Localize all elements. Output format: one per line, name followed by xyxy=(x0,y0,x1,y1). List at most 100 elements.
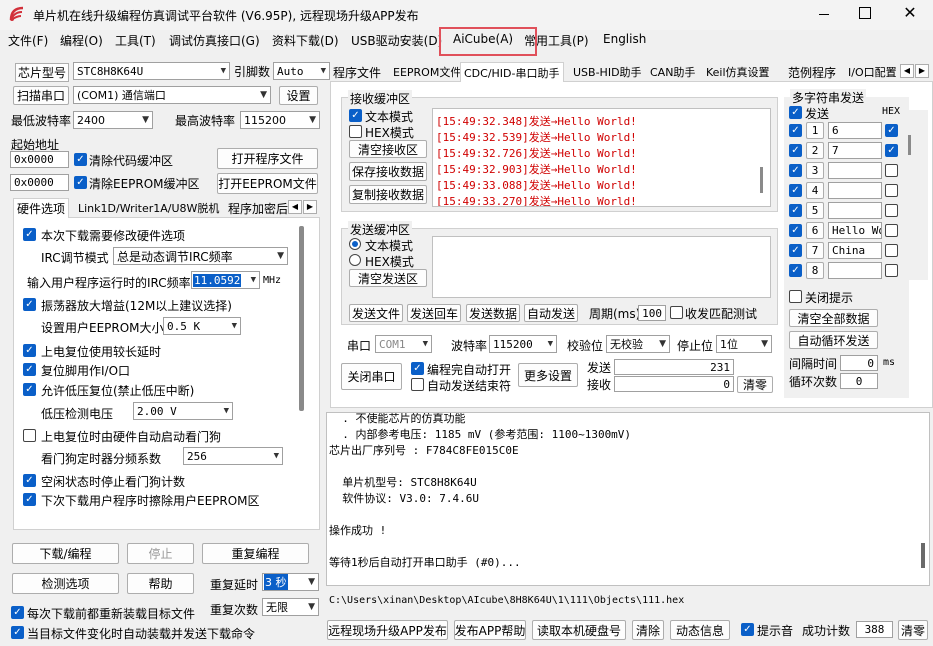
multi-row-send-checkbox[interactable]: ✓ xyxy=(789,184,802,197)
maximize-button[interactable] xyxy=(859,7,871,19)
tab-examples[interactable]: 范例程序 xyxy=(785,62,839,82)
auto-send-button[interactable]: 自动发送 xyxy=(524,304,578,322)
send-text-mode-radio[interactable] xyxy=(349,238,361,250)
send-file-button[interactable]: 发送文件 xyxy=(349,304,403,322)
recv-scrollbar[interactable] xyxy=(760,167,763,193)
multi-row-send-checkbox[interactable]: ✓ xyxy=(789,204,802,217)
send-hex-mode-radio[interactable] xyxy=(349,254,361,266)
multi-row-send-checkbox[interactable]: ✓ xyxy=(789,244,802,257)
period-input[interactable]: 100 xyxy=(638,305,666,321)
download-button[interactable]: 下载/编程 xyxy=(12,543,119,564)
port-select[interactable]: (COM1) 通信端口 ▼ xyxy=(73,86,271,104)
multi-string-scrollbar[interactable] xyxy=(908,110,928,280)
multi-row-text-input[interactable] xyxy=(828,262,882,279)
more-settings-button[interactable]: 更多设置 xyxy=(518,363,578,387)
multi-row-text-input[interactable] xyxy=(828,162,882,179)
menu-usb-driver[interactable]: USB驱动安装(D) xyxy=(351,32,442,49)
reload-each-checkbox[interactable]: ✓ xyxy=(11,606,24,619)
eeprom-size-select[interactable]: 0.5 K ▼ xyxy=(163,317,241,335)
open-program-button[interactable]: 打开程序文件 xyxy=(217,148,318,169)
stopbits-select[interactable]: 1位 ▼ xyxy=(716,335,772,353)
menu-program[interactable]: 编程(O) xyxy=(60,32,103,49)
repeat-count-select[interactable]: 无限 ▼ xyxy=(262,598,319,616)
menu-tools[interactable]: 工具(T) xyxy=(115,32,156,49)
erase-eeprom-checkbox[interactable]: ✓ xyxy=(23,493,36,506)
multi-row-hex-checkbox[interactable] xyxy=(885,204,898,217)
multi-row-hex-checkbox[interactable] xyxy=(885,244,898,257)
multi-row-hex-checkbox[interactable] xyxy=(885,224,898,237)
multi-row-send-checkbox[interactable]: ✓ xyxy=(789,124,802,137)
send-data-button[interactable]: 发送数据 xyxy=(466,304,520,322)
multi-row-send-button[interactable]: 7 xyxy=(806,242,824,259)
tab-scroll-left-icon[interactable]: ◀ xyxy=(288,200,302,214)
irc-mode-select[interactable]: 总是动态调节IRC频率 ▼ xyxy=(113,247,288,265)
tab-cdc-hid[interactable]: CDC/HID-串口助手 xyxy=(460,62,564,82)
multi-row-hex-checkbox[interactable] xyxy=(885,264,898,277)
menu-download[interactable]: 资料下载(D) xyxy=(272,32,339,49)
publish-help-button[interactable]: 发布APP帮助 xyxy=(454,620,526,640)
close-tip-checkbox[interactable] xyxy=(789,290,802,303)
reset-count-button[interactable]: 清零 xyxy=(898,620,928,640)
clear-eeprom-checkbox[interactable]: ✓ xyxy=(74,176,87,189)
tab-io-config[interactable]: I/O口配置 xyxy=(845,62,900,82)
lvd-select[interactable]: 2.00 V ▼ xyxy=(133,402,233,420)
multi-row-send-checkbox[interactable]: ✓ xyxy=(789,264,802,277)
save-receive-button[interactable]: 保存接收数据 xyxy=(349,162,427,181)
modify-hw-checkbox[interactable]: ✓ xyxy=(23,228,36,241)
menu-debug[interactable]: 调试仿真接口(G) xyxy=(169,32,260,49)
send-cr-button[interactable]: 发送回车 xyxy=(407,304,461,322)
open-eeprom-button[interactable]: 打开EEPROM文件 xyxy=(217,173,318,194)
interval-input[interactable]: 0 xyxy=(840,355,878,371)
menu-file[interactable]: 文件(F) xyxy=(8,32,48,49)
multi-row-send-button[interactable]: 5 xyxy=(806,202,824,219)
baud-select[interactable]: 115200 ▼ xyxy=(489,335,557,353)
multi-row-text-input[interactable]: Hello Wo: xyxy=(828,222,882,239)
check-options-button[interactable]: 检测选项 xyxy=(12,573,119,594)
close-port-button[interactable]: 关闭串口 xyxy=(341,363,402,390)
tab-eeprom-file[interactable]: EEPROM文件 xyxy=(390,62,464,82)
multi-row-send-button[interactable]: 6 xyxy=(806,222,824,239)
multi-row-send-checkbox[interactable]: ✓ xyxy=(789,224,802,237)
serial-port-select[interactable]: COM1 ▼ xyxy=(375,335,432,353)
multi-row-send-button[interactable]: 1 xyxy=(806,122,824,139)
menu-english[interactable]: English xyxy=(603,32,646,46)
main-tab-left-icon[interactable]: ◀ xyxy=(900,64,914,78)
clear-send-button[interactable]: 清空发送区 xyxy=(349,269,427,287)
irc-freq-select[interactable]: 11.0592 ▼ xyxy=(191,271,260,289)
log-scrollbar[interactable] xyxy=(921,543,925,568)
chip-select[interactable]: STC8H8K64U ▼ xyxy=(73,62,230,80)
recv-hex-mode-checkbox[interactable] xyxy=(349,125,362,138)
hw-scrollbar[interactable] xyxy=(299,226,304,411)
parity-select[interactable]: 无校验 ▼ xyxy=(606,335,670,353)
stop-button[interactable]: 停止 xyxy=(127,543,194,564)
lvr-checkbox[interactable]: ✓ xyxy=(23,383,36,396)
recv-text-mode-checkbox[interactable]: ✓ xyxy=(349,109,362,122)
tab-usb-hid[interactable]: USB-HID助手 xyxy=(570,62,645,82)
scan-port-button[interactable]: 扫描串口 xyxy=(13,86,69,105)
multi-row-hex-checkbox[interactable]: ✓ xyxy=(885,144,898,157)
help-button[interactable]: 帮助 xyxy=(127,573,194,594)
por-delay-checkbox[interactable]: ✓ xyxy=(23,344,36,357)
auto-loop-send-button[interactable]: 自动循环发送 xyxy=(789,331,878,349)
multi-row-send-button[interactable]: 4 xyxy=(806,182,824,199)
idle-wdt-checkbox[interactable]: ✓ xyxy=(23,474,36,487)
minimize-button[interactable] xyxy=(814,6,834,22)
output-log[interactable]: . 不使能芯片的仿真功能 . 内部参考电压: 1185 mV (参考范围: 11… xyxy=(326,412,930,586)
multi-row-hex-checkbox[interactable] xyxy=(885,184,898,197)
match-test-checkbox[interactable] xyxy=(670,306,683,319)
close-button[interactable]: ✕ xyxy=(900,3,920,23)
clear-code-checkbox[interactable]: ✓ xyxy=(74,153,87,166)
multi-row-hex-checkbox[interactable]: ✓ xyxy=(885,124,898,137)
auto-send-end-checkbox[interactable] xyxy=(411,378,424,391)
remote-upgrade-button[interactable]: 远程现场升级APP发布 xyxy=(327,620,448,640)
tab-program-file[interactable]: 程序文件 xyxy=(330,62,384,82)
multi-row-hex-checkbox[interactable] xyxy=(885,164,898,177)
multi-row-text-input[interactable]: China xyxy=(828,242,882,259)
send-area[interactable] xyxy=(432,236,771,298)
multi-row-send-button[interactable]: 2 xyxy=(806,142,824,159)
multi-row-text-input[interactable]: 6 xyxy=(828,122,882,139)
dynamic-info-button[interactable]: 动态信息 xyxy=(670,620,730,640)
start-addr-input-2[interactable]: 0x0000 xyxy=(10,174,69,191)
settings-button[interactable]: 设置 xyxy=(279,86,318,105)
multi-row-text-input[interactable] xyxy=(828,202,882,219)
